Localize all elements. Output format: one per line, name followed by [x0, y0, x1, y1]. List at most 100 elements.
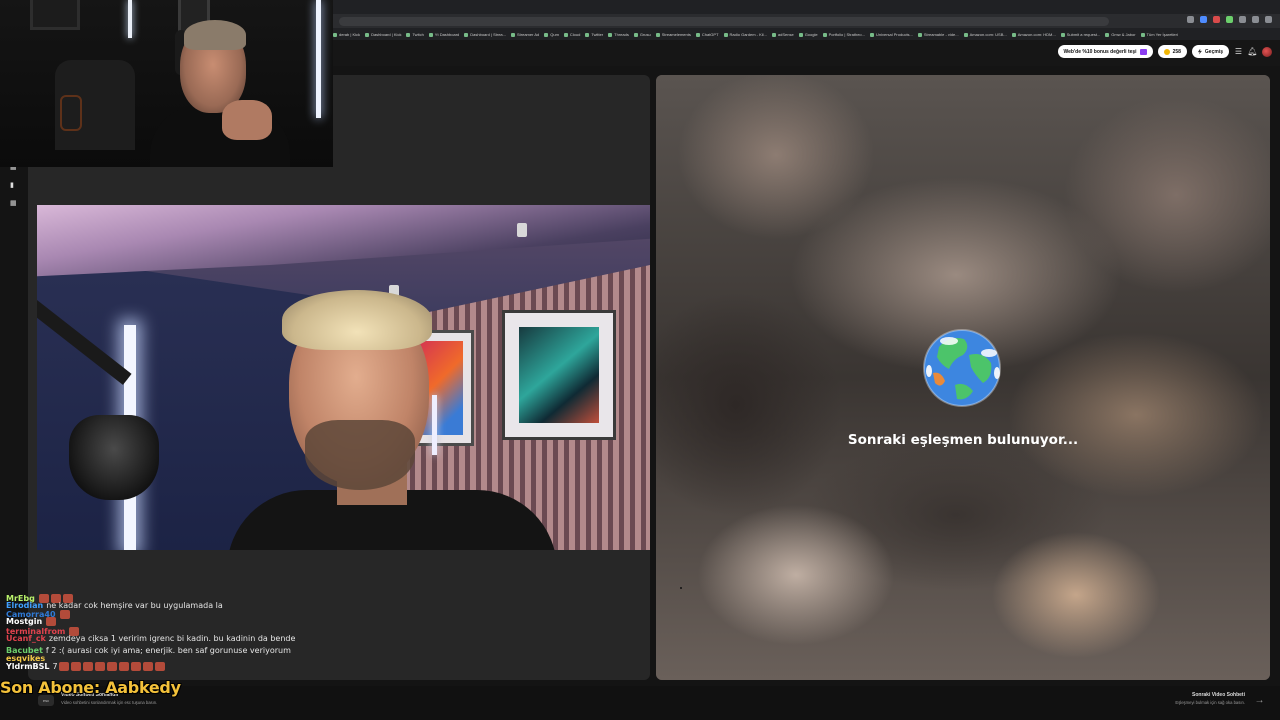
extension-icons — [1187, 16, 1272, 23]
microphone — [69, 415, 159, 500]
extension-icon[interactable] — [1200, 16, 1207, 23]
mouse-cursor — [680, 587, 682, 589]
emote-icon — [70, 662, 81, 671]
bookmark-item[interactable]: Streamelements — [655, 32, 696, 37]
chat-message: zemdeya ciksa 1 veririm igrenc bi kadin.… — [48, 634, 296, 643]
emote-icon — [59, 610, 70, 619]
bookmark-item[interactable]: adSense — [771, 32, 799, 37]
chat-line: Ucanf_ck zemdeya ciksa 1 veririm igrenc b… — [6, 634, 295, 643]
profile-icon[interactable] — [1265, 16, 1272, 23]
bookmark-item[interactable]: Dashboard | Strea... — [464, 32, 511, 37]
bottom-bar: esc Video Sohbeti Sonlandır Video sohbet… — [0, 686, 1280, 720]
bell-icon[interactable]: 🔔︎ — [1247, 47, 1257, 56]
next-chat-subtitle: Eşleşmeyi bulmak için sağ oka basın. — [1175, 700, 1245, 705]
extension-icon[interactable] — [1226, 16, 1233, 23]
bookmark-item[interactable]: Dashboard | Kick — [365, 32, 406, 37]
bookmark-item[interactable]: Amazon.com: HDM... — [1011, 32, 1061, 37]
bookmark-item[interactable]: Universal Products... — [869, 32, 918, 37]
chat-username: YldrmBSL — [6, 662, 50, 671]
chat-message: f 2 :( aurasi cok iyi ama; enerjik. ben … — [45, 646, 291, 655]
chat-message: ne kadar cok hemşire var bu uygulamada l… — [46, 601, 223, 610]
bookmark-item[interactable]: Grusu — [633, 32, 656, 37]
bonus-button[interactable]: Web'de %10 bonus değerli teşi — [1057, 45, 1153, 58]
last-subscriber-label: Son Abone: Aabkedy — [0, 678, 181, 697]
browser-address-bar — [333, 14, 1280, 28]
local-camera-feed — [37, 205, 650, 550]
chat-line: Elrodian ne kadar cok hemşire var bu uygu… — [6, 601, 223, 610]
app-root: derab | Kick Dashboard | Kick Twitch Yt Das… — [0, 0, 1280, 720]
bookmark-item[interactable]: Portfolio | Stratheo... — [822, 32, 870, 37]
bookmark-item[interactable]: Twitch — [406, 32, 428, 37]
bookmark-item[interactable]: ChatGPT — [695, 32, 724, 37]
person-beard — [305, 420, 415, 490]
streamer-hand — [222, 100, 272, 140]
bookmark-item[interactable]: Gmw & Jabor — [1105, 32, 1140, 37]
wall-artwork — [505, 313, 613, 437]
chat-username: Ucanf_ck — [6, 634, 46, 643]
neon-sign — [60, 95, 82, 131]
bookmark-item[interactable]: Yt Dashboard — [428, 32, 464, 37]
spotlight — [517, 223, 527, 237]
chat-username: Elrodian — [6, 601, 44, 610]
gift-icon — [1139, 48, 1147, 55]
emote-icon — [142, 662, 153, 671]
bookmark-item[interactable]: Threads — [608, 32, 634, 37]
bookmark-item[interactable]: Submit a request... — [1060, 32, 1106, 37]
extension-icon[interactable] — [1239, 16, 1246, 23]
header-actions: Web'de %10 bonus değerli teşi 258 Geçmiş… — [1057, 45, 1272, 58]
menu-icon[interactable]: ☰ — [1234, 47, 1243, 56]
light-tube — [316, 0, 321, 118]
wall-frame — [30, 0, 80, 30]
streamer-hair — [184, 20, 246, 50]
bookmark-item[interactable]: Streamable - vide... — [917, 32, 964, 37]
emote-icon — [58, 662, 69, 671]
end-chat-subtitle: Video sohbetini sonlandırmak için esc tu… — [61, 700, 158, 705]
emote-icon — [106, 662, 117, 671]
url-field[interactable] — [339, 17, 1109, 26]
right-arrow-icon[interactable]: → — [1253, 694, 1266, 707]
extension-icon[interactable] — [1187, 16, 1194, 23]
chat-line: YldrmBSL 7 — [6, 662, 166, 671]
chat-message: 7 — [52, 662, 58, 671]
bookmark-item[interactable]: Twitter — [585, 32, 608, 37]
bookmark-item[interactable]: derab | Kick — [333, 32, 365, 37]
next-chat-title: Sonraki Video Sohbeti — [1192, 692, 1245, 698]
searching-status: Sonraki eşleşmen bulunuyor... — [847, 432, 1079, 448]
history-icon — [1197, 48, 1202, 55]
bookmarks-bar: derab | Kick Dashboard | Kick Twitch Yt Das… — [333, 28, 1280, 40]
coin-icon — [1163, 48, 1170, 55]
emote-icon — [130, 662, 141, 671]
emote-icon — [94, 662, 105, 671]
bookmark-item[interactable]: Amazon.com: USB... — [963, 32, 1012, 37]
history-label: Geçmiş — [1204, 48, 1223, 55]
chat-line: Bacubet f 2 :( aurasi cok iyi ama; enerji… — [6, 646, 291, 655]
bonus-label: Web'de %10 bonus değerli teşi — [1063, 48, 1137, 55]
studio-ceiling — [37, 205, 650, 277]
bookmark-item[interactable]: Tüm Yer İşaretleri — [1140, 32, 1183, 37]
light-tube — [128, 0, 132, 38]
chat-username: Mostgin — [6, 617, 43, 626]
history-button[interactable]: Geçmiş — [1191, 45, 1229, 58]
person-hair — [282, 290, 432, 350]
globe-icon — [923, 329, 1001, 407]
bookmark-item[interactable]: Streamer Ad — [511, 32, 544, 37]
bookmark-item[interactable]: Cloud — [563, 32, 585, 37]
bookmark-item[interactable]: Radio Gardem - Kil... — [723, 32, 772, 37]
chat-line: Mostgin — [6, 617, 57, 626]
browser-tab-strip — [333, 0, 1280, 14]
coins-button[interactable]: 258 — [1157, 45, 1187, 58]
remote-video-panel: Sonraki eşleşmen bulunuyor... — [656, 75, 1270, 680]
device-icon[interactable]: ▮ — [10, 182, 17, 189]
emote-icon — [82, 662, 93, 671]
streamer-webcam-overlay — [0, 0, 333, 167]
emote-icon — [118, 662, 129, 671]
bookmark-item[interactable]: Qum — [544, 32, 564, 37]
extension-icon[interactable] — [1213, 16, 1220, 23]
people-icon[interactable]: ▦ — [10, 200, 17, 207]
emote-icon — [154, 662, 165, 671]
stream-chat-overlay: MrEbg Elrodian ne kadar cok hemşire var b… — [0, 592, 340, 682]
extension-icon[interactable] — [1252, 16, 1259, 23]
bookmark-item[interactable]: Google — [798, 32, 823, 37]
light-tube — [432, 395, 437, 455]
avatar[interactable] — [1262, 46, 1272, 57]
